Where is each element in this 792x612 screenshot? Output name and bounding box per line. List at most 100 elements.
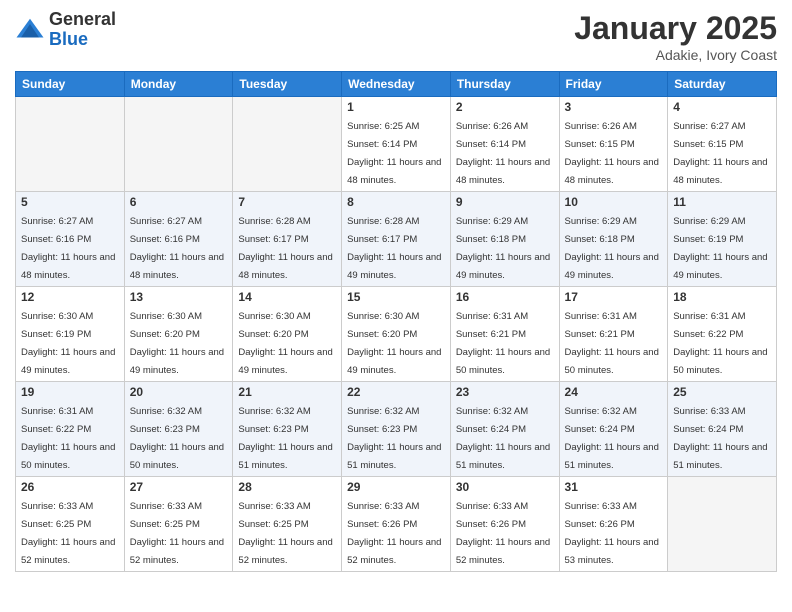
calendar-week-row: 5 Sunrise: 6:27 AMSunset: 6:16 PMDayligh… xyxy=(16,192,777,287)
day-info: Sunrise: 6:33 AMSunset: 6:26 PMDaylight:… xyxy=(565,501,659,566)
day-info: Sunrise: 6:31 AMSunset: 6:22 PMDaylight:… xyxy=(21,406,115,471)
day-info: Sunrise: 6:33 AMSunset: 6:24 PMDaylight:… xyxy=(673,406,767,471)
day-info: Sunrise: 6:27 AMSunset: 6:15 PMDaylight:… xyxy=(673,121,767,186)
day-info: Sunrise: 6:29 AMSunset: 6:18 PMDaylight:… xyxy=(456,216,550,281)
day-number: 23 xyxy=(456,385,554,399)
day-info: Sunrise: 6:30 AMSunset: 6:19 PMDaylight:… xyxy=(21,311,115,376)
title-block: January 2025 Adakie, Ivory Coast xyxy=(574,10,777,63)
day-info: Sunrise: 6:26 AMSunset: 6:14 PMDaylight:… xyxy=(456,121,550,186)
table-row: 30 Sunrise: 6:33 AMSunset: 6:26 PMDaylig… xyxy=(450,477,559,572)
col-monday: Monday xyxy=(124,72,233,97)
day-info: Sunrise: 6:30 AMSunset: 6:20 PMDaylight:… xyxy=(347,311,441,376)
col-tuesday: Tuesday xyxy=(233,72,342,97)
logo: General Blue xyxy=(15,10,116,50)
location-subtitle: Adakie, Ivory Coast xyxy=(574,47,777,63)
day-number: 3 xyxy=(565,100,663,114)
table-row: 8 Sunrise: 6:28 AMSunset: 6:17 PMDayligh… xyxy=(342,192,451,287)
day-number: 19 xyxy=(21,385,119,399)
table-row: 31 Sunrise: 6:33 AMSunset: 6:26 PMDaylig… xyxy=(559,477,668,572)
table-row: 2 Sunrise: 6:26 AMSunset: 6:14 PMDayligh… xyxy=(450,97,559,192)
day-info: Sunrise: 6:31 AMSunset: 6:21 PMDaylight:… xyxy=(456,311,550,376)
day-info: Sunrise: 6:32 AMSunset: 6:24 PMDaylight:… xyxy=(456,406,550,471)
day-info: Sunrise: 6:33 AMSunset: 6:25 PMDaylight:… xyxy=(238,501,332,566)
day-info: Sunrise: 6:31 AMSunset: 6:22 PMDaylight:… xyxy=(673,311,767,376)
table-row: 21 Sunrise: 6:32 AMSunset: 6:23 PMDaylig… xyxy=(233,382,342,477)
table-row: 6 Sunrise: 6:27 AMSunset: 6:16 PMDayligh… xyxy=(124,192,233,287)
table-row: 4 Sunrise: 6:27 AMSunset: 6:15 PMDayligh… xyxy=(668,97,777,192)
table-row: 29 Sunrise: 6:33 AMSunset: 6:26 PMDaylig… xyxy=(342,477,451,572)
day-number: 6 xyxy=(130,195,228,209)
day-number: 2 xyxy=(456,100,554,114)
month-title: January 2025 xyxy=(574,10,777,47)
col-thursday: Thursday xyxy=(450,72,559,97)
day-number: 9 xyxy=(456,195,554,209)
table-row: 12 Sunrise: 6:30 AMSunset: 6:19 PMDaylig… xyxy=(16,287,125,382)
table-row: 27 Sunrise: 6:33 AMSunset: 6:25 PMDaylig… xyxy=(124,477,233,572)
calendar-week-row: 1 Sunrise: 6:25 AMSunset: 6:14 PMDayligh… xyxy=(16,97,777,192)
calendar-week-row: 12 Sunrise: 6:30 AMSunset: 6:19 PMDaylig… xyxy=(16,287,777,382)
table-row: 25 Sunrise: 6:33 AMSunset: 6:24 PMDaylig… xyxy=(668,382,777,477)
day-number: 24 xyxy=(565,385,663,399)
day-number: 22 xyxy=(347,385,445,399)
header: General Blue January 2025 Adakie, Ivory … xyxy=(15,10,777,63)
table-row: 7 Sunrise: 6:28 AMSunset: 6:17 PMDayligh… xyxy=(233,192,342,287)
table-row xyxy=(124,97,233,192)
day-info: Sunrise: 6:31 AMSunset: 6:21 PMDaylight:… xyxy=(565,311,659,376)
day-number: 30 xyxy=(456,480,554,494)
table-row xyxy=(233,97,342,192)
day-number: 11 xyxy=(673,195,771,209)
day-info: Sunrise: 6:33 AMSunset: 6:25 PMDaylight:… xyxy=(21,501,115,566)
day-number: 5 xyxy=(21,195,119,209)
calendar-week-row: 26 Sunrise: 6:33 AMSunset: 6:25 PMDaylig… xyxy=(16,477,777,572)
day-number: 17 xyxy=(565,290,663,304)
day-number: 1 xyxy=(347,100,445,114)
col-wednesday: Wednesday xyxy=(342,72,451,97)
day-info: Sunrise: 6:27 AMSunset: 6:16 PMDaylight:… xyxy=(21,216,115,281)
table-row: 16 Sunrise: 6:31 AMSunset: 6:21 PMDaylig… xyxy=(450,287,559,382)
day-info: Sunrise: 6:32 AMSunset: 6:23 PMDaylight:… xyxy=(130,406,224,471)
day-info: Sunrise: 6:26 AMSunset: 6:15 PMDaylight:… xyxy=(565,121,659,186)
day-number: 25 xyxy=(673,385,771,399)
logo-text: General Blue xyxy=(49,10,116,50)
table-row: 14 Sunrise: 6:30 AMSunset: 6:20 PMDaylig… xyxy=(233,287,342,382)
table-row: 10 Sunrise: 6:29 AMSunset: 6:18 PMDaylig… xyxy=(559,192,668,287)
day-number: 31 xyxy=(565,480,663,494)
day-info: Sunrise: 6:33 AMSunset: 6:26 PMDaylight:… xyxy=(456,501,550,566)
col-sunday: Sunday xyxy=(16,72,125,97)
calendar-week-row: 19 Sunrise: 6:31 AMSunset: 6:22 PMDaylig… xyxy=(16,382,777,477)
logo-blue-text: Blue xyxy=(49,30,116,50)
day-number: 4 xyxy=(673,100,771,114)
table-row: 26 Sunrise: 6:33 AMSunset: 6:25 PMDaylig… xyxy=(16,477,125,572)
day-number: 27 xyxy=(130,480,228,494)
day-number: 16 xyxy=(456,290,554,304)
day-info: Sunrise: 6:30 AMSunset: 6:20 PMDaylight:… xyxy=(130,311,224,376)
table-row: 17 Sunrise: 6:31 AMSunset: 6:21 PMDaylig… xyxy=(559,287,668,382)
table-row xyxy=(668,477,777,572)
day-info: Sunrise: 6:33 AMSunset: 6:26 PMDaylight:… xyxy=(347,501,441,566)
weekday-header-row: Sunday Monday Tuesday Wednesday Thursday… xyxy=(16,72,777,97)
day-info: Sunrise: 6:33 AMSunset: 6:25 PMDaylight:… xyxy=(130,501,224,566)
day-number: 7 xyxy=(238,195,336,209)
day-info: Sunrise: 6:28 AMSunset: 6:17 PMDaylight:… xyxy=(238,216,332,281)
day-number: 18 xyxy=(673,290,771,304)
day-info: Sunrise: 6:29 AMSunset: 6:18 PMDaylight:… xyxy=(565,216,659,281)
day-number: 20 xyxy=(130,385,228,399)
day-number: 13 xyxy=(130,290,228,304)
table-row xyxy=(16,97,125,192)
day-number: 15 xyxy=(347,290,445,304)
calendar-table: Sunday Monday Tuesday Wednesday Thursday… xyxy=(15,71,777,572)
day-number: 28 xyxy=(238,480,336,494)
day-info: Sunrise: 6:29 AMSunset: 6:19 PMDaylight:… xyxy=(673,216,767,281)
table-row: 22 Sunrise: 6:32 AMSunset: 6:23 PMDaylig… xyxy=(342,382,451,477)
table-row: 23 Sunrise: 6:32 AMSunset: 6:24 PMDaylig… xyxy=(450,382,559,477)
day-number: 14 xyxy=(238,290,336,304)
day-info: Sunrise: 6:27 AMSunset: 6:16 PMDaylight:… xyxy=(130,216,224,281)
day-number: 12 xyxy=(21,290,119,304)
table-row: 28 Sunrise: 6:33 AMSunset: 6:25 PMDaylig… xyxy=(233,477,342,572)
table-row: 1 Sunrise: 6:25 AMSunset: 6:14 PMDayligh… xyxy=(342,97,451,192)
page: General Blue January 2025 Adakie, Ivory … xyxy=(0,0,792,612)
table-row: 20 Sunrise: 6:32 AMSunset: 6:23 PMDaylig… xyxy=(124,382,233,477)
table-row: 11 Sunrise: 6:29 AMSunset: 6:19 PMDaylig… xyxy=(668,192,777,287)
day-info: Sunrise: 6:25 AMSunset: 6:14 PMDaylight:… xyxy=(347,121,441,186)
table-row: 19 Sunrise: 6:31 AMSunset: 6:22 PMDaylig… xyxy=(16,382,125,477)
